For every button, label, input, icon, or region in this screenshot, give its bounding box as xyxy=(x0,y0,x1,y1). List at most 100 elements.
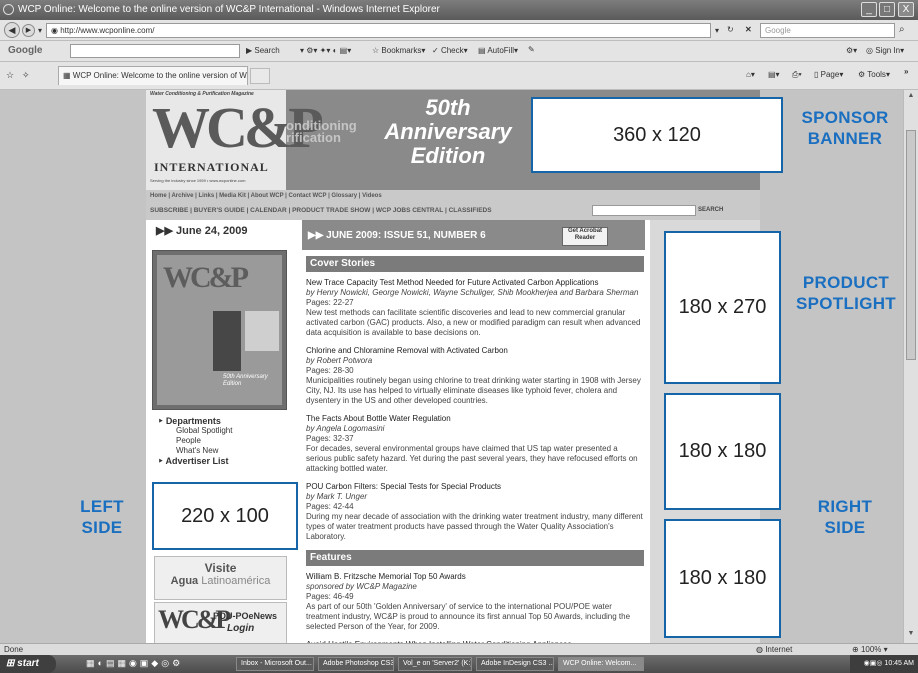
issue-heading-text: JUNE 2009: ISSUE 51, NUMBER 6 xyxy=(326,230,486,241)
taskbar-item[interactable]: Adobe Photoshop CS3 xyxy=(318,657,394,671)
tab-wcp-online[interactable]: ▦ WCP Online: Welcome to the online vers… xyxy=(58,66,248,85)
add-favorites-icon[interactable]: ✧ xyxy=(22,70,30,81)
site-search-button[interactable]: SEARCH xyxy=(698,207,723,213)
close-button[interactable]: X xyxy=(898,2,914,17)
taskbar-item[interactable]: Inbox - Microsoft Out... xyxy=(236,657,314,671)
favorites-star-icon[interactable]: ☆ xyxy=(6,70,14,81)
address-dropdown-icon[interactable]: ▾ xyxy=(715,26,719,35)
anniversary-line3: Edition xyxy=(410,143,486,168)
start-button[interactable]: ⊞ start xyxy=(0,655,56,673)
site-search-input[interactable] xyxy=(592,205,696,216)
address-toolbar: ◀ ▶ ▾ ◉ http://www.wcponline.com/ ▾ ↻ ✕ … xyxy=(0,20,918,41)
cover-inset-block xyxy=(245,311,279,351)
search-icon[interactable]: ⌕ xyxy=(899,24,905,35)
taskbar-item[interactable]: Vol_e on 'Server2' (K:) xyxy=(398,657,472,671)
sign-in-button[interactable]: ◎ Sign In▾ xyxy=(866,46,904,55)
magazine-cover[interactable]: WC&P 50th Anniversary Edition xyxy=(152,250,287,410)
article-title[interactable]: POU Carbon Filters: Special Tests for Sp… xyxy=(306,482,644,492)
google-search-button[interactable]: ▶ Search xyxy=(246,46,280,55)
new-tab-button[interactable] xyxy=(250,68,270,84)
article-byline: by Angela Logomasini xyxy=(306,424,385,433)
features-header: Features xyxy=(306,550,644,566)
history-dropdown-icon[interactable]: ▾ xyxy=(38,26,42,35)
acrobat-line1: Get Acrobat xyxy=(567,228,603,234)
windows-logo-icon: ⊞ xyxy=(6,658,18,669)
tools-menu-label: Tools xyxy=(867,70,886,79)
anniversary-line2: Anniversary xyxy=(384,119,512,144)
sidebar-item-global-spotlight[interactable]: Global Spotlight xyxy=(158,426,232,436)
sponsor-callout-l1: SPONSOR xyxy=(801,108,889,127)
quick-launch-icons[interactable]: ▦◐▤▦◉▣◆◎⚙ xyxy=(86,658,183,669)
minimize-button[interactable]: _ xyxy=(861,2,877,17)
zone-label: Internet xyxy=(765,645,793,654)
get-acrobat-reader-button[interactable]: Get Acrobat Reader xyxy=(562,227,608,246)
start-label: start xyxy=(17,658,39,669)
google-search-input[interactable] xyxy=(70,44,240,58)
home-icon[interactable]: ⌂▾ xyxy=(746,70,755,79)
autofill-button[interactable]: ▤ AutoFill▾ xyxy=(478,46,518,55)
sponsor-banner-callout: SPONSOR BANNER xyxy=(790,107,900,149)
visite-agua-ad[interactable]: Visite Agua Latinoamérica xyxy=(154,556,287,600)
zoom-icon: ⊕ xyxy=(852,645,861,654)
nav-secondary-links[interactable]: SUBSCRIBE | BUYER'S GUIDE | CALENDAR | P… xyxy=(150,207,492,214)
bookmarks-button[interactable]: ☆ Bookmarks▾ xyxy=(372,46,425,55)
toolbar-buttons-icons[interactable]: ▾ ⚙▾ ✦▾ ◐ ▤▾ xyxy=(300,46,351,55)
product-spotlight-slot: 180 x 270 xyxy=(664,231,781,384)
back-button[interactable]: ◀ xyxy=(4,22,20,38)
print-icon[interactable]: ⎙▾ xyxy=(792,70,802,80)
stop-icon[interactable]: ✕ xyxy=(745,25,752,34)
article-pages: Pages: 28-30 xyxy=(306,366,354,375)
vertical-scrollbar[interactable]: ▲ ▼ xyxy=(903,90,918,643)
page-menu-button[interactable]: ▯ Page▾ xyxy=(814,70,843,79)
forward-button[interactable]: ▶ xyxy=(22,24,35,37)
maximize-button[interactable]: □ xyxy=(879,2,895,17)
sponsor-banner-slot: 360 x 120 xyxy=(531,97,783,173)
windows-taskbar: ⊞ start ▦◐▤▦◉▣◆◎⚙ Inbox - Microsoft Out.… xyxy=(0,655,918,673)
article-title[interactable]: William B. Fritzsche Memorial Top 50 Awa… xyxy=(306,572,644,582)
feeds-icon[interactable]: ▤▾ xyxy=(768,70,780,79)
sidebar-item-advertiser-list[interactable]: ‣ Advertiser List xyxy=(158,456,232,466)
wrench-icon[interactable]: ⚙▾ xyxy=(846,46,857,55)
sidebar-item-departments[interactable]: ‣ Departments xyxy=(158,416,232,426)
tray-icons[interactable]: ◉▣◎ xyxy=(864,660,885,667)
scroll-up-icon[interactable]: ▲ xyxy=(906,92,916,102)
nav-primary-links[interactable]: Home | Archive | Links | Media Kit | Abo… xyxy=(150,193,382,199)
article-pages: Pages: 42-44 xyxy=(306,502,354,511)
right-side-callout: RIGHT SIDE xyxy=(800,496,890,538)
address-input[interactable]: ◉ http://www.wcponline.com/ xyxy=(46,23,711,38)
left-side-slot: 220 x 100 xyxy=(152,482,298,550)
right-side-slot-2: 180 x 180 xyxy=(664,519,781,638)
sidebar-item-people[interactable]: People xyxy=(158,436,232,446)
chevron-more-icon[interactable]: » xyxy=(904,67,908,76)
star-icon: ☆ xyxy=(372,46,382,55)
globe-icon: ◍ xyxy=(756,645,766,654)
product-spotlight-callout: PRODUCT SPOTLIGHT xyxy=(784,272,908,314)
pencil-icon[interactable]: ✎ xyxy=(528,45,535,54)
pou-poe-news-ad[interactable]: WC&P POU-POeNews Login xyxy=(154,602,287,643)
visite-line1: Visite xyxy=(204,561,237,575)
tools-menu-button[interactable]: ⚙ Tools▾ xyxy=(858,70,890,79)
article-item: New Trace Capacity Test Method Needed fo… xyxy=(306,278,644,338)
left-column: ▶▶ June 24, 2009 WC&P 50th Anniversary E… xyxy=(146,220,296,643)
pou-line2: Login xyxy=(227,623,255,634)
refresh-icon[interactable]: ↻ xyxy=(727,25,734,34)
check-button[interactable]: ✓ Check▾ xyxy=(432,46,468,55)
taskbar-item[interactable]: WCP Online: Welcom... xyxy=(558,657,644,671)
sidebar-item-whats-new[interactable]: What's New xyxy=(158,446,232,456)
article-item: William B. Fritzsche Memorial Top 50 Awa… xyxy=(306,572,644,632)
site-nav: Home | Archive | Links | Media Kit | Abo… xyxy=(146,190,760,220)
right-side-slot-1: 180 x 180 xyxy=(664,393,781,510)
article-summary: New test methods can facilitate scientif… xyxy=(306,308,641,337)
logo-international: INTERNATIONAL xyxy=(154,160,269,174)
scroll-thumb[interactable] xyxy=(906,130,916,360)
spellcheck-icon: ✓ xyxy=(432,46,441,55)
article-title[interactable]: Chlorine and Chloramine Removal with Act… xyxy=(306,346,644,356)
taskbar-item[interactable]: Adobe InDesign CS3 ... xyxy=(476,657,554,671)
scroll-down-icon[interactable]: ▼ xyxy=(906,630,916,640)
ie-icon xyxy=(3,4,14,15)
article-title[interactable]: The Facts About Bottle Water Regulation xyxy=(306,414,644,424)
page-icon: ▯ xyxy=(814,70,821,79)
article-title[interactable]: New Trace Capacity Test Method Needed fo… xyxy=(306,278,644,288)
search-input[interactable]: Google xyxy=(760,23,895,38)
article-item: POU Carbon Filters: Special Tests for Sp… xyxy=(306,482,644,542)
